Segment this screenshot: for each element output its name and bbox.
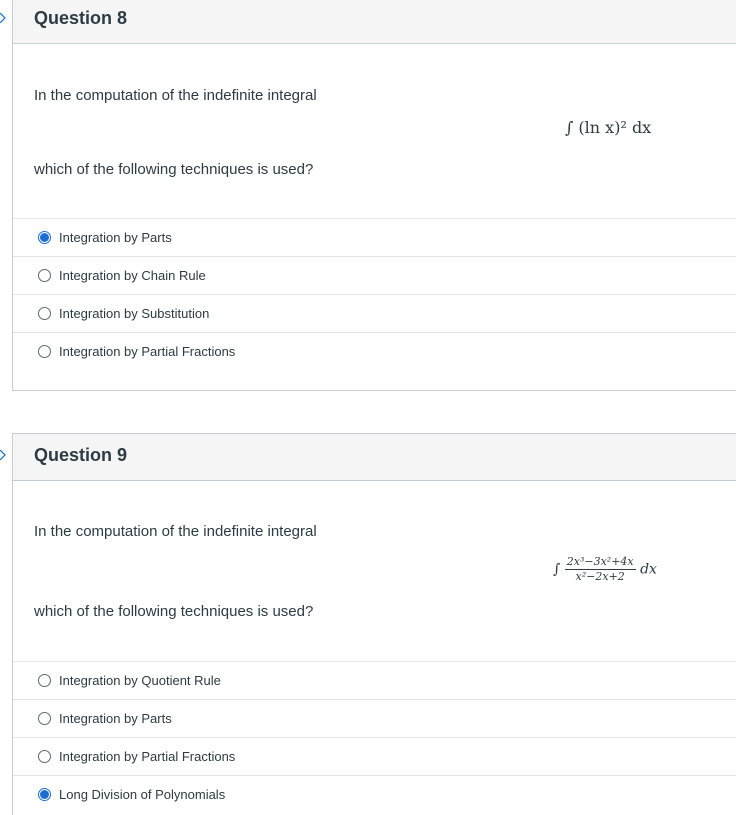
question-prompt: In the computation of the indefinite int… [34,523,317,540]
answer-list: Integration by Quotient Rule Integration… [13,661,736,813]
answer-list: Integration by Parts Integration by Chai… [13,218,736,370]
question-header: Question 9 [13,434,736,481]
integral-sign: ∫ [553,561,561,578]
answer-option[interactable]: Integration by Substitution [13,294,736,332]
answer-label: Long Division of Polynomials [59,787,226,802]
fraction: 2x³−3x²+4x x²−2x+2 [564,555,636,583]
answer-option[interactable]: Long Division of Polynomials [13,775,736,813]
question-title: Question 9 [34,445,128,465]
answer-label: Integration by Substitution [59,306,210,321]
radio-icon[interactable] [38,269,51,282]
answer-option[interactable]: Integration by Partial Fractions [13,737,736,775]
question-header: Question 8 [13,0,736,44]
answer-label: Integration by Partial Fractions [59,344,236,359]
radio-icon[interactable] [38,712,51,725]
radio-icon[interactable] [38,750,51,763]
answer-label: Integration by Parts [59,230,172,245]
chevron-right-icon[interactable] [0,450,6,460]
radio-icon[interactable] [38,674,51,687]
answer-option[interactable]: Integration by Parts [13,699,736,737]
radio-icon[interactable] [38,345,51,358]
radio-icon[interactable] [38,307,51,320]
fraction-denominator: x²−2x+2 [575,570,625,583]
answer-label: Integration by Partial Fractions [59,749,236,764]
answer-option[interactable]: Integration by Quotient Rule [13,661,736,699]
question-followup: which of the following techniques is use… [34,603,314,620]
chevron-right-icon[interactable] [0,13,6,23]
answer-label: Integration by Chain Rule [59,268,206,283]
radio-selected-icon[interactable] [38,231,51,244]
answer-option[interactable]: Integration by Partial Fractions [13,332,736,370]
question-card: Question 8 In the computation of the ind… [12,0,736,391]
differential: dx [640,561,657,578]
radio-selected-icon[interactable] [38,788,51,801]
integral-formula: ∫ (ln x)² dx [565,118,652,137]
answer-option[interactable]: Integration by Parts [13,218,736,256]
question-title: Question 8 [34,8,128,28]
answer-label: Integration by Parts [59,711,172,726]
fraction-numerator: 2x³−3x²+4x [564,555,636,570]
question-followup: which of the following techniques is use… [34,161,314,178]
question-prompt: In the computation of the indefinite int… [34,87,317,104]
answer-label: Integration by Quotient Rule [59,673,221,688]
question-card: Question 9 In the computation of the ind… [12,433,736,815]
integral-formula: ∫ 2x³−3x²+4x x²−2x+2 dx [553,556,657,583]
answer-option[interactable]: Integration by Chain Rule [13,256,736,294]
quiz-page: Question 8 In the computation of the ind… [0,0,736,815]
